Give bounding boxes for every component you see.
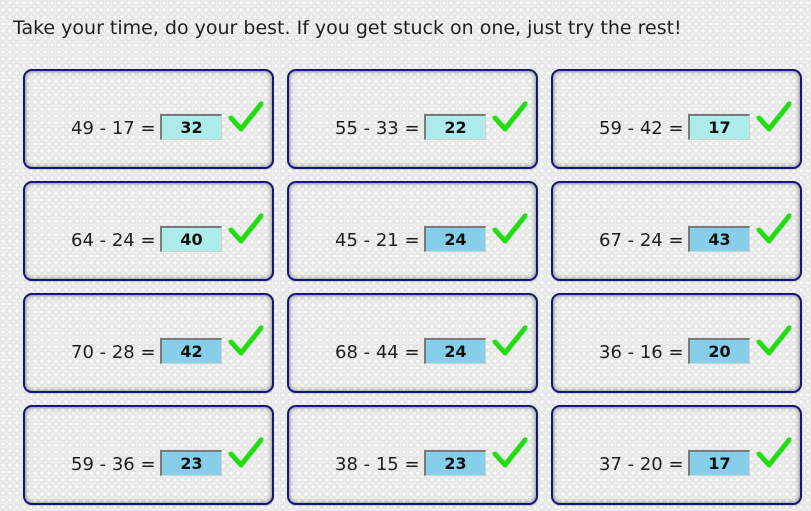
problem-card-7: 70 - 28 = 42 xyxy=(23,293,274,393)
answer-field[interactable]: 32 xyxy=(160,114,222,140)
problem-card-10: 59 - 36 = 23 xyxy=(23,405,274,505)
checkmark-icon xyxy=(756,325,792,356)
problem-question: 55 - 33 = xyxy=(335,118,420,139)
problem-question: 38 - 15 = xyxy=(335,454,420,475)
problem-question: 49 - 17 = xyxy=(71,118,156,139)
answer-field[interactable]: 17 xyxy=(688,450,750,476)
problem-card-9: 36 - 16 = 20 xyxy=(551,293,802,393)
checkmark-icon xyxy=(492,213,528,244)
checkmark-icon xyxy=(756,437,792,468)
checkmark-icon xyxy=(228,213,264,244)
problem-question: 37 - 20 = xyxy=(599,454,684,475)
problem-card-3: 59 - 42 = 17 xyxy=(551,69,802,169)
answer-field[interactable]: 23 xyxy=(424,450,486,476)
problem-card-5: 45 - 21 = 24 xyxy=(287,181,538,281)
answer-field[interactable]: 17 xyxy=(688,114,750,140)
problem-card-2: 55 - 33 = 22 xyxy=(287,69,538,169)
answer-field[interactable]: 24 xyxy=(424,226,486,252)
problem-grid: 49 - 17 = 32 55 - 33 = 22 59 - 42 = 17 6… xyxy=(23,69,802,505)
checkmark-icon xyxy=(228,325,264,356)
problem-question: 67 - 24 = xyxy=(599,230,684,251)
answer-field[interactable]: 43 xyxy=(688,226,750,252)
problem-question: 68 - 44 = xyxy=(335,342,420,363)
problem-card-11: 38 - 15 = 23 xyxy=(287,405,538,505)
answer-field[interactable]: 40 xyxy=(160,226,222,252)
answer-field[interactable]: 42 xyxy=(160,338,222,364)
problem-question: 45 - 21 = xyxy=(335,230,420,251)
checkmark-icon xyxy=(492,437,528,468)
problem-question: 59 - 36 = xyxy=(71,454,156,475)
checkmark-icon xyxy=(492,325,528,356)
checkmark-icon xyxy=(228,101,264,132)
problem-card-12: 37 - 20 = 17 xyxy=(551,405,802,505)
answer-field[interactable]: 23 xyxy=(160,450,222,476)
problem-card-8: 68 - 44 = 24 xyxy=(287,293,538,393)
answer-field[interactable]: 20 xyxy=(688,338,750,364)
checkmark-icon xyxy=(228,437,264,468)
problem-question: 70 - 28 = xyxy=(71,342,156,363)
problem-question: 64 - 24 = xyxy=(71,230,156,251)
answer-field[interactable]: 22 xyxy=(424,114,486,140)
answer-field[interactable]: 24 xyxy=(424,338,486,364)
checkmark-icon xyxy=(492,101,528,132)
problem-card-4: 64 - 24 = 40 xyxy=(23,181,274,281)
problem-card-6: 67 - 24 = 43 xyxy=(551,181,802,281)
checkmark-icon xyxy=(756,213,792,244)
checkmark-icon xyxy=(756,101,792,132)
instructions-text: Take your time, do your best. If you get… xyxy=(13,17,682,39)
problem-card-1: 49 - 17 = 32 xyxy=(23,69,274,169)
problem-question: 36 - 16 = xyxy=(599,342,684,363)
problem-question: 59 - 42 = xyxy=(599,118,684,139)
